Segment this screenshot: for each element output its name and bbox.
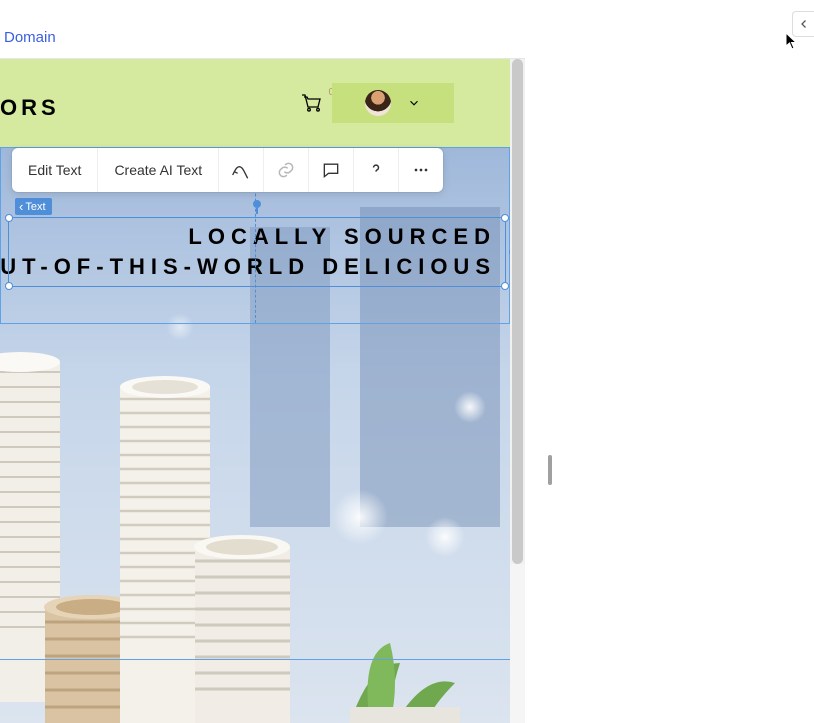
animation-icon	[231, 160, 251, 180]
cart-icon	[300, 91, 324, 115]
create-ai-text-button[interactable]: Create AI Text	[98, 148, 219, 192]
next-section-outline	[0, 659, 510, 723]
connect-domain-link[interactable]: Domain	[4, 29, 56, 46]
edit-text-button[interactable]: Edit Text	[12, 148, 98, 192]
text-element-toolbar: Edit Text Create AI Text	[12, 148, 443, 192]
rotate-handle[interactable]	[253, 200, 261, 208]
help-icon	[366, 160, 386, 180]
comment-icon	[321, 160, 341, 180]
open-right-panel-button[interactable]	[792, 11, 814, 37]
site-logo-text: ORS	[0, 95, 60, 121]
selection-type-badge[interactable]: Text	[15, 198, 52, 215]
right-panel-scroll-indicator[interactable]	[548, 455, 552, 485]
site-header: ORS 0	[0, 59, 510, 147]
link-icon	[276, 160, 296, 180]
text-selection-outline[interactable]	[8, 217, 506, 287]
cart-button[interactable]: 0	[300, 91, 330, 121]
more-icon	[411, 160, 431, 180]
resize-handle-br[interactable]	[501, 282, 509, 290]
link-button[interactable]	[264, 148, 309, 192]
help-button[interactable]	[354, 148, 399, 192]
animation-button[interactable]	[219, 148, 264, 192]
canvas-vertical-scrollbar[interactable]	[510, 59, 525, 564]
avatar	[365, 90, 391, 116]
scrollbar-thumb[interactable]	[512, 59, 523, 564]
resize-handle-tl[interactable]	[5, 214, 13, 222]
more-button[interactable]	[399, 148, 443, 192]
member-login-button[interactable]	[332, 83, 454, 123]
comment-button[interactable]	[309, 148, 354, 192]
chevron-down-icon	[407, 96, 421, 110]
editor-top-bar: Domain	[0, 17, 525, 59]
resize-handle-tr[interactable]	[501, 214, 509, 222]
chevron-left-icon	[798, 18, 810, 30]
resize-handle-bl[interactable]	[5, 282, 13, 290]
